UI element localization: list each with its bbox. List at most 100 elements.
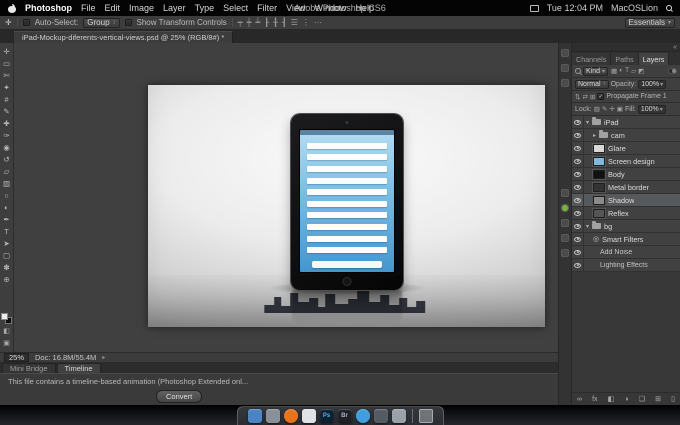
visibility-toggle[interactable] — [572, 181, 584, 193]
panel-icon-3[interactable] — [561, 79, 569, 87]
propagate-checkbox[interactable]: ✓ — [597, 93, 605, 100]
disclosure-triangle[interactable]: ▸ — [593, 132, 596, 139]
convert-button[interactable]: Convert — [156, 390, 203, 403]
blur-tool[interactable]: ○ — [1, 190, 13, 201]
dock-appstore[interactable] — [355, 409, 370, 423]
visibility-toggle[interactable] — [572, 259, 584, 271]
panel-icon-record[interactable] — [561, 204, 569, 212]
pen-tool[interactable]: ✒ — [1, 214, 13, 225]
menu-type[interactable]: Type — [195, 3, 215, 13]
align-icon-2[interactable]: ┿ — [247, 18, 252, 27]
layer-row-shadow[interactable]: Shadow — [572, 194, 680, 207]
visibility-toggle[interactable] — [572, 246, 584, 258]
color-swatches[interactable] — [1, 313, 12, 324]
dock-dashboard[interactable] — [265, 409, 280, 423]
menu-select[interactable]: Select — [223, 3, 248, 13]
align-icon-9[interactable]: ⋯ — [314, 18, 322, 27]
filter-type-layers-icon[interactable]: T — [625, 67, 629, 75]
eyedropper-tool[interactable]: ✎ — [1, 106, 13, 117]
filter-adjustment-layers-icon[interactable]: ◐ — [619, 67, 623, 75]
type-tool[interactable]: T — [1, 226, 13, 237]
unify-visibility-icon[interactable]: ⇄ — [582, 93, 587, 101]
zoom-level-input[interactable]: 25% — [4, 353, 30, 362]
auto-select-dropdown[interactable]: Group ↕ — [83, 17, 120, 28]
panel-icon-1[interactable] — [561, 49, 569, 57]
delete-layer-icon[interactable]: ▯ — [671, 395, 675, 403]
menu-edit[interactable]: Edit — [105, 3, 121, 13]
blend-mode-dropdown[interactable]: Normal ↕ — [575, 79, 609, 89]
visibility-toggle[interactable] — [572, 194, 584, 206]
lock-all-icon[interactable]: ▣ — [617, 105, 623, 113]
visibility-toggle[interactable] — [572, 207, 584, 219]
shape-tool[interactable]: ▢ — [1, 250, 13, 261]
dock-bridge[interactable]: Br — [337, 409, 352, 423]
adjustment-icon[interactable]: ◑ — [624, 396, 628, 403]
panel-icon-4[interactable] — [561, 189, 569, 197]
new-layer-icon[interactable]: ⊞ — [655, 395, 661, 403]
dock-firefox[interactable] — [283, 409, 298, 423]
visibility-toggle[interactable] — [572, 116, 584, 128]
align-icon-5[interactable]: ╂ — [273, 18, 278, 27]
layer-row-body[interactable]: Body — [572, 168, 680, 181]
move-tool[interactable]: ✛ — [1, 46, 13, 57]
visibility-toggle[interactable] — [572, 168, 584, 180]
display-icon[interactable] — [529, 4, 539, 12]
crop-tool[interactable]: # — [1, 94, 13, 105]
quick-mask-button[interactable]: ◧ — [1, 326, 13, 336]
lock-transparency-icon[interactable]: ▨ — [594, 105, 600, 113]
menu-file[interactable]: File — [81, 3, 96, 13]
disclosure-triangle[interactable]: ▾ — [586, 223, 589, 230]
layer-row-reflex[interactable]: Reflex — [572, 207, 680, 220]
panel-icon-6[interactable] — [561, 234, 569, 242]
layer-row-metal-border[interactable]: Metal border — [572, 181, 680, 194]
status-popup-arrow[interactable]: ▸ — [102, 354, 105, 361]
path-selection-tool[interactable]: ➤ — [1, 238, 13, 249]
layer-row-screen-design[interactable]: Screen design — [572, 155, 680, 168]
menu-layer[interactable]: Layer — [163, 3, 186, 13]
menu-filter[interactable]: Filter — [257, 3, 277, 13]
layer-row-lighting-effects[interactable]: Lighting Effects — [572, 259, 680, 272]
tab-mini-bridge[interactable]: Mini Bridge — [2, 363, 56, 373]
menu-image[interactable]: Image — [129, 3, 154, 13]
lock-image-icon[interactable]: ✎ — [602, 105, 607, 113]
lasso-tool[interactable]: ✄ — [1, 70, 13, 81]
tab-paths[interactable]: Paths — [611, 53, 639, 65]
layer-row-add-noise[interactable]: Add Noise — [572, 246, 680, 259]
add-mask-icon[interactable]: ◧ — [608, 395, 615, 403]
auto-select-checkbox[interactable] — [22, 19, 30, 26]
foreground-color-swatch[interactable] — [1, 313, 8, 320]
dock-trash[interactable] — [418, 409, 433, 423]
align-icon-7[interactable]: ☰ — [291, 18, 298, 27]
workspace-switcher[interactable]: Essentials ▾ — [624, 17, 675, 28]
new-group-icon[interactable]: ❏ — [639, 395, 645, 403]
layer-row-glare[interactable]: Glare — [572, 142, 680, 155]
panel-icon-5[interactable] — [561, 219, 569, 227]
filter-toggle[interactable] — [668, 68, 677, 74]
canvas-area[interactable] — [14, 43, 558, 352]
align-icon-4[interactable]: ┠ — [264, 18, 269, 27]
document-tab[interactable]: iPad-Mockup-diferents-vertical-views.psd… — [14, 31, 234, 43]
apple-menu-icon[interactable] — [8, 3, 16, 13]
visibility-toggle[interactable] — [572, 233, 584, 245]
history-brush-tool[interactable]: ↺ — [1, 154, 13, 165]
app-menu[interactable]: Photoshop — [25, 3, 72, 13]
document-size-info[interactable]: Doc: 16.8M/55.4M — [35, 353, 96, 362]
quick-selection-tool[interactable]: ✦ — [1, 82, 13, 93]
eraser-tool[interactable]: ▱ — [1, 166, 13, 177]
filter-pixel-layers-icon[interactable]: ▦ — [611, 67, 617, 75]
menubar-user[interactable]: MacOSLion — [611, 3, 658, 13]
brush-tool[interactable]: ✑ — [1, 130, 13, 141]
clone-stamp-tool[interactable]: ◉ — [1, 142, 13, 153]
menubar-clock[interactable]: Tue 12:04 PM — [547, 3, 603, 13]
dock-finder[interactable] — [247, 409, 262, 423]
hand-tool[interactable]: ✽ — [1, 262, 13, 273]
link-layers-icon[interactable]: ∞ — [577, 396, 582, 403]
dock-photoshop[interactable]: Ps — [319, 409, 334, 423]
unify-position-icon[interactable]: ⇅ — [575, 93, 580, 101]
panel-icon-2[interactable] — [561, 64, 569, 72]
dock-utility[interactable] — [373, 409, 388, 423]
lock-position-icon[interactable]: ✛ — [609, 105, 614, 113]
collapse-panels-icon[interactable]: « — [673, 44, 677, 51]
visibility-toggle[interactable] — [572, 142, 584, 154]
layer-row-smart-filters[interactable]: ◎ Smart Filters — [572, 233, 680, 246]
